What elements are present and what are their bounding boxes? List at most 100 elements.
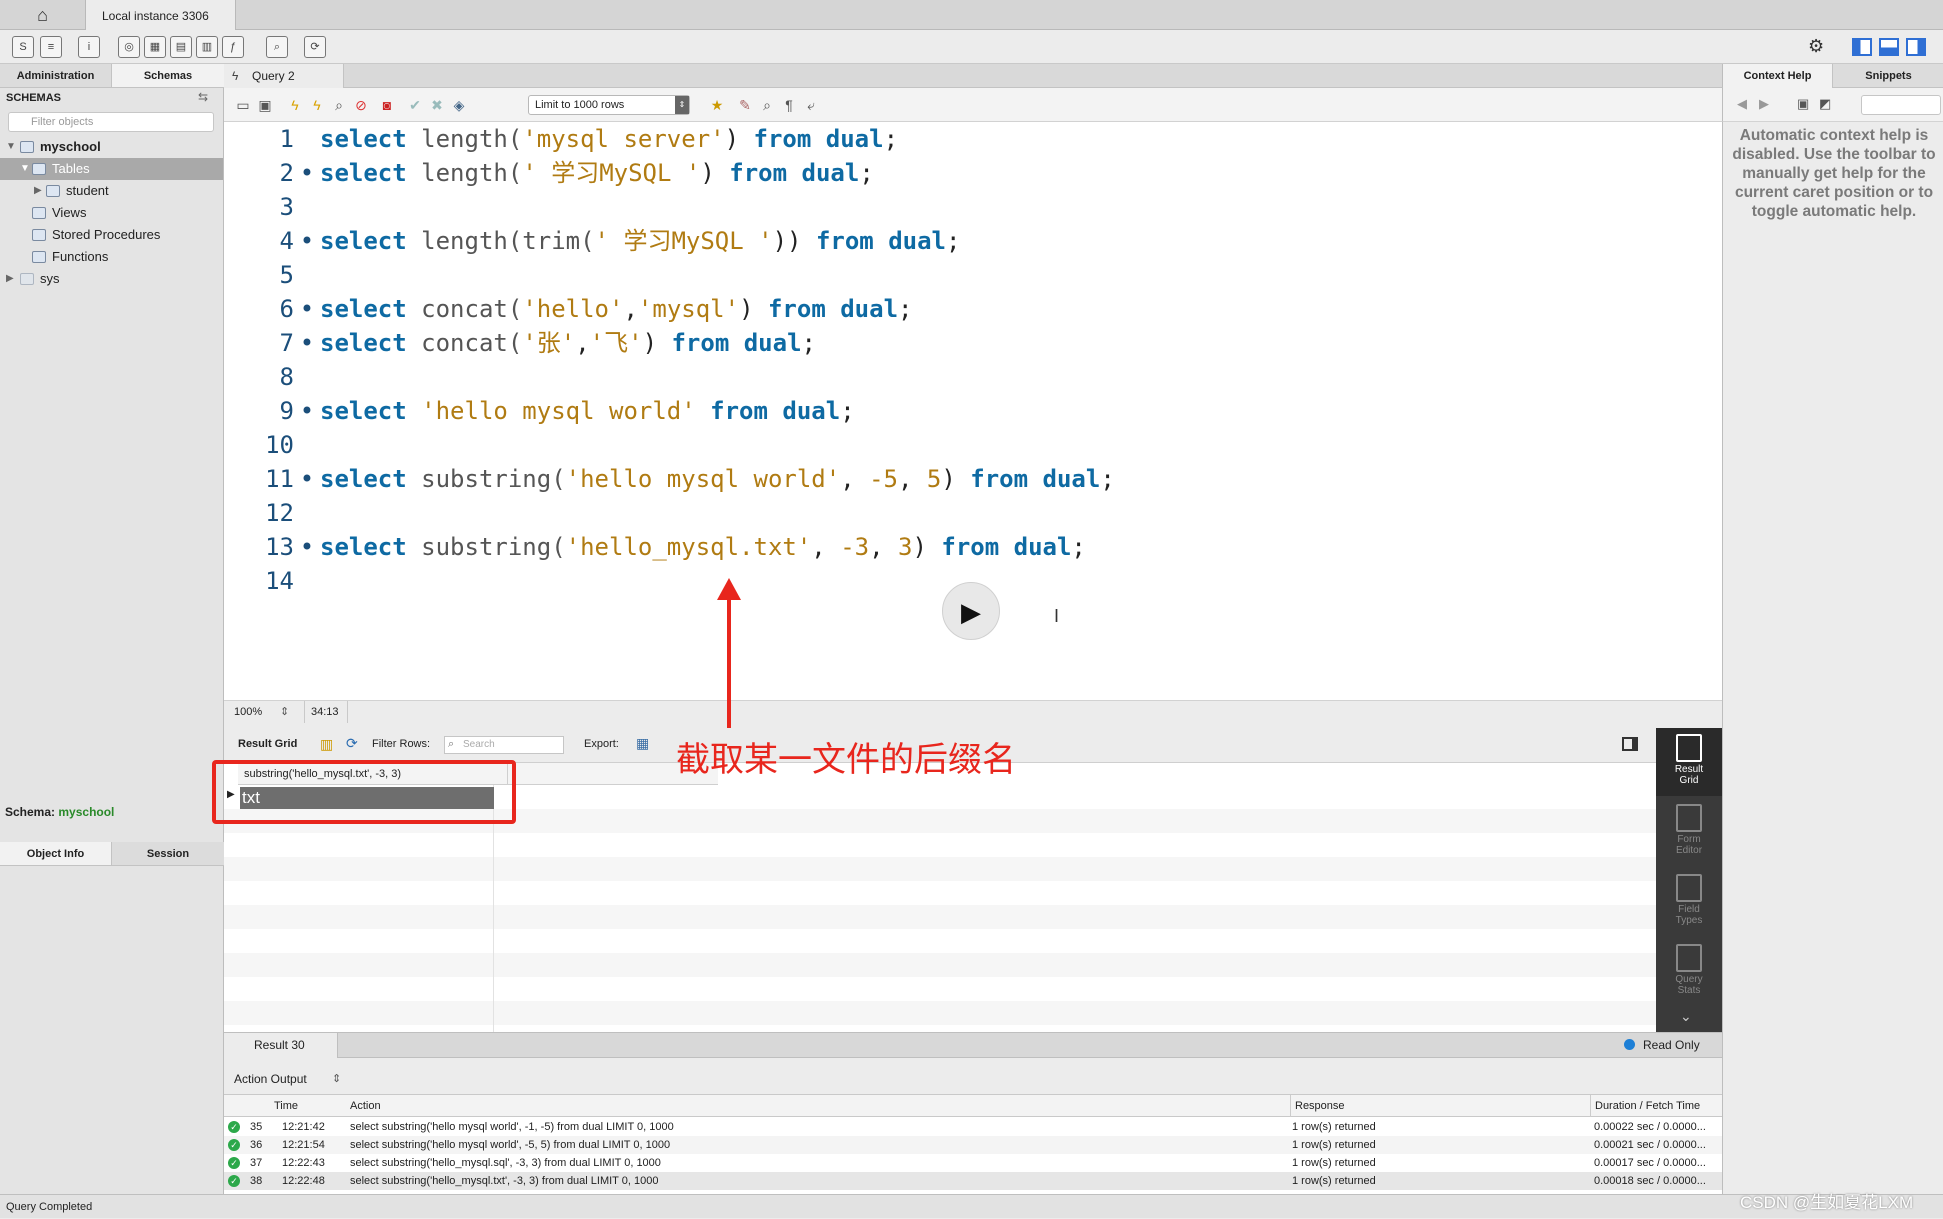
functions-folder-icon [32,251,46,263]
refresh-icon[interactable]: ⟳ [346,735,358,752]
column-header[interactable]: Time [274,1095,298,1117]
context-help-message: Automatic context help is disabled. Use … [1732,127,1936,220]
search-table-data-icon[interactable]: ⌕ [266,36,288,58]
tree-functions[interactable]: Functions [0,246,223,268]
open-folder-icon[interactable]: ▭ [234,96,252,114]
tab-context-help[interactable]: Context Help [1723,64,1833,88]
chevron-down-icon[interactable]: ⌄ [1680,1008,1692,1025]
tab-local-instance[interactable]: Local instance 3306 [86,0,236,30]
commit-icon[interactable]: ✔ [406,96,424,114]
chevron-updown-icon[interactable]: ⇕ [332,1066,341,1092]
tab-administration[interactable]: Administration [0,64,112,88]
filter-rows-input[interactable]: Search [444,736,564,754]
table-row[interactable]: ✓ 38 12:22:48 select substring('hello_my… [224,1172,1722,1190]
toggle-error-icon[interactable]: ◙ [378,96,396,114]
row-limit-select[interactable]: Limit to 1000 rows ⇕ [528,95,690,115]
stop-icon[interactable]: ⊘ [352,96,370,114]
number-literal: -5 [869,465,899,493]
field-types-icon [1676,874,1702,902]
toggle-output-icon[interactable] [1879,38,1899,56]
create-procedure-icon[interactable]: ▥ [196,36,218,58]
export-icon[interactable]: ▦ [636,735,649,752]
keyword: select [320,533,407,561]
schema-sys[interactable]: ▶ sys [0,268,223,290]
new-sql-tab-icon[interactable]: S [12,36,34,58]
filter-objects-input[interactable]: Filter objects [8,112,214,132]
back-arrow-icon[interactable]: ◀ [1737,96,1747,112]
table-row [224,929,1656,953]
wrap-lines-icon[interactable]: ⤶ [802,96,820,114]
rollback-icon[interactable]: ✖ [428,96,446,114]
query-stats-view-button[interactable]: Query Stats [1656,938,1722,1006]
column-header[interactable]: Action [350,1095,381,1117]
forward-arrow-icon[interactable]: ▶ [1759,96,1769,112]
output-type-select[interactable]: Action Output [234,1066,307,1092]
field-types-view-button[interactable]: Field Types [1656,868,1722,936]
sql-editor[interactable]: 1 select length('mysql server') from dua… [224,122,1722,700]
find-icon[interactable]: ⌕ [758,96,776,114]
form-editor-view-button[interactable]: Form Editor [1656,798,1722,866]
tab-object-info[interactable]: Object Info [0,842,112,866]
execute-icon[interactable]: ϟ [286,96,304,114]
expand-arrow-icon[interactable]: ▼ [6,136,16,158]
line-number: 2 [279,159,294,187]
tab-query-2[interactable]: ϟ Query 2 [224,64,344,88]
search-icon: ⌕ [448,738,455,750]
beautify-icon[interactable]: ✎ [736,96,754,114]
line-number: 5 [279,261,294,289]
column-header[interactable]: Duration / Fetch Time [1590,1095,1700,1117]
number-literal: -3 [840,533,870,561]
play-icon[interactable]: ▶ [942,582,1000,640]
expand-arrow-icon[interactable]: ▶ [34,180,42,202]
toggle-result-panel-icon[interactable] [1622,737,1638,751]
explain-icon[interactable]: ⌕ [330,96,348,114]
tab-schemas[interactable]: Schemas [112,64,224,88]
table-row[interactable]: ✓ 35 12:21:42 select substring('hello my… [224,1118,1722,1136]
table-row[interactable]: ✓ 36 12:21:54 select substring('hello my… [224,1136,1722,1154]
save-icon[interactable]: ▣ [256,96,274,114]
invisible-chars-icon[interactable]: ¶ [780,96,798,114]
column-header[interactable]: Response [1290,1095,1345,1117]
reconnect-icon[interactable]: ⟳ [304,36,326,58]
toggle-sidebar-icon[interactable] [1852,38,1872,56]
tree-table-student[interactable]: ▶ student [0,180,223,202]
expand-arrow-icon[interactable]: ▼ [20,158,30,180]
tab-result[interactable]: Result 30 [224,1033,338,1058]
zoom-stepper-icon[interactable]: ⇕ [280,701,289,723]
result-side-panel: Result Grid Form Editor Field Types Quer… [1656,728,1722,1032]
create-view-icon[interactable]: ▤ [170,36,192,58]
zoom-level[interactable]: 100% [234,701,262,723]
toggle-context-panel-icon[interactable] [1906,38,1926,56]
create-table-icon[interactable]: ▦ [144,36,166,58]
tree-tables[interactable]: ▼ Tables [0,158,223,180]
code-line: 4 • select length(trim(' 学习MySQL ')) from … [224,224,961,258]
tab-snippets[interactable]: Snippets [1833,64,1943,88]
autocommit-icon[interactable]: ◈ [450,96,468,114]
inspector-icon[interactable]: i [78,36,100,58]
settings-icon[interactable]: ⚙ [1808,36,1824,57]
create-schema-icon[interactable]: ◎ [118,36,140,58]
tree-views[interactable]: Views [0,202,223,224]
cursor-position: 34:13 [304,701,348,723]
topic-select[interactable] [1861,95,1941,115]
grid-layout-icon[interactable]: ▥ [320,736,333,753]
line-number: 7 [279,329,294,357]
keyword: select [320,465,407,493]
execute-current-icon[interactable]: ϟ [308,96,326,114]
expand-arrow-icon[interactable]: ▶ [6,268,14,290]
add-snippet-icon[interactable]: ★ [708,96,726,114]
manual-help-icon[interactable]: ▣ [1797,96,1809,112]
open-sql-file-icon[interactable]: ≡ [40,36,62,58]
tab-session[interactable]: Session [112,842,224,866]
result-grid-view-button[interactable]: Result Grid [1656,728,1722,796]
schema-myschool[interactable]: ▼ myschool [0,136,223,158]
object-info-tabs: Object Info Session [0,842,224,866]
create-function-icon[interactable]: ƒ [222,36,244,58]
table-row[interactable]: ✓ 37 12:22:43 select substring('hello_my… [224,1154,1722,1172]
tree-stored-procedures[interactable]: Stored Procedures [0,224,223,246]
procedures-label: Stored Procedures [52,227,161,242]
auto-help-icon[interactable]: ◩ [1819,96,1831,112]
home-icon[interactable]: ⌂ [0,0,86,30]
status-bar: Query Completed [0,1194,1943,1218]
refresh-icon[interactable]: ⇆ [198,90,208,104]
